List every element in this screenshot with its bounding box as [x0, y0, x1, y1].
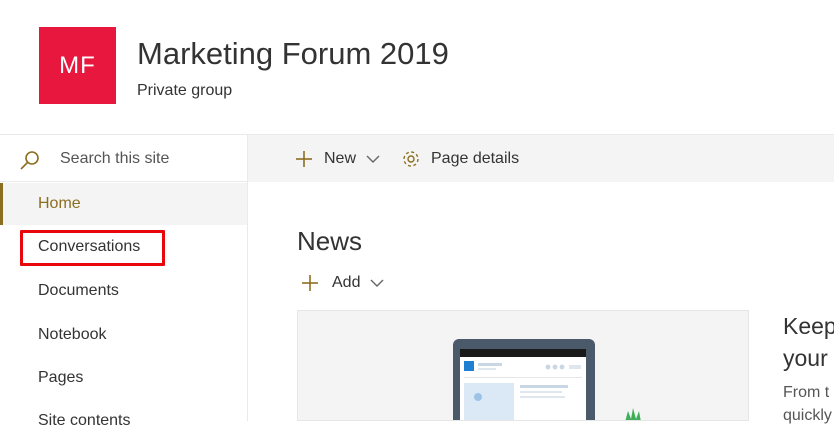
- site-title[interactable]: Marketing Forum 2019: [137, 36, 449, 72]
- nav-item-label: Site contents: [38, 412, 131, 429]
- nav-item-label: Home: [38, 195, 81, 212]
- promo-body: From t quickly: [783, 384, 832, 424]
- nav-item-home[interactable]: Home: [0, 183, 247, 225]
- nav-item-site-contents[interactable]: Site contents: [0, 400, 247, 442]
- gear-icon: [403, 151, 419, 167]
- news-heading: News: [297, 226, 363, 256]
- add-news-button[interactable]: Add: [300, 270, 384, 296]
- nav-item-notebook[interactable]: Notebook: [0, 314, 247, 356]
- highlight-annotation: [20, 230, 165, 266]
- command-bar: New Page details: [248, 134, 834, 182]
- news-placeholder-card[interactable]: [297, 310, 749, 421]
- nav-item-label: Notebook: [38, 326, 107, 343]
- search-input[interactable]: Search this site: [60, 150, 169, 168]
- search-icon: [20, 151, 39, 170]
- left-navigation: Search this site Home Conversations Docu…: [0, 134, 248, 429]
- nav-item-label: Pages: [38, 369, 84, 386]
- plus-icon: [296, 151, 312, 167]
- site-logo[interactable]: MF: [39, 27, 116, 104]
- nav-item-pages[interactable]: Pages: [0, 357, 247, 399]
- nav-item-documents[interactable]: Documents: [0, 270, 247, 312]
- nav-item-label: Documents: [38, 282, 119, 299]
- site-privacy-label: Private group: [137, 82, 233, 99]
- page-details-button[interactable]: Page details: [401, 135, 519, 183]
- page-details-label: Page details: [431, 150, 520, 167]
- new-button-label: New: [324, 150, 357, 167]
- new-button[interactable]: New: [294, 135, 380, 183]
- chevron-down-icon: [366, 155, 380, 163]
- chevron-down-icon: [370, 279, 384, 287]
- promo-title: Keep your: [783, 313, 834, 371]
- add-news-label: Add: [332, 274, 361, 291]
- search-box[interactable]: Search this site: [0, 134, 247, 182]
- site-header: MF Marketing Forum 2019 Private group: [0, 0, 834, 134]
- plus-icon: [302, 275, 318, 291]
- news-illustration: [453, 339, 641, 420]
- site-logo-initials: MF: [59, 51, 96, 79]
